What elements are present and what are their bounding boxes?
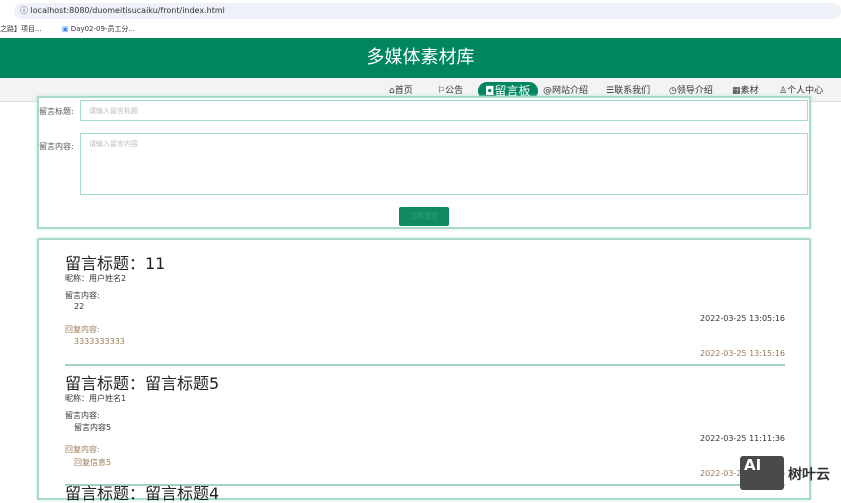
nav-icon: ◷ [669,86,677,96]
watermark-logo: AI [740,456,784,490]
nav-label: 公告 [445,86,464,96]
bookmarks-bar: 之路】项目... ▣ Day02-09-员工分... [0,21,841,38]
url-field[interactable]: ⓘ localhost:8080/duomeitisucaiku/front/i… [14,3,841,19]
url-text: localhost:8080/duomeitisucaiku/front/ind… [30,6,225,15]
watermark-text: 树叶云 [788,467,830,483]
nav-label: 素材 [740,86,759,96]
message-item: 留言标题：11 昵称：用户姓名2 留言内容: 22 2022-03-25 13:… [65,248,785,366]
message-title: 留言标题：11 [65,254,166,273]
message-title: 留言标题：留言标题4 [65,484,220,503]
bookmark-label: Day02-09-员工分... [70,25,136,33]
reply-content: 3333333333 [74,337,125,346]
title-input[interactable]: 请输入留言标题 [80,100,808,121]
message-time: 2022-03-25 13:05:16 [700,314,785,323]
nav-label: 领导介绍 [676,86,713,96]
submit-button[interactable]: 立即提交 [399,207,449,226]
content-label: 留言内容: [65,411,100,420]
content-label: 留言内容: [39,142,74,151]
info-icon: ⓘ [20,6,31,15]
bookmark[interactable]: ▣ Day02-09-员工分... [62,25,135,33]
nav-label: 个人中心 [787,86,824,96]
site-header: 多媒体素材库 [0,38,841,78]
message-time: 2022-03-25 11:11:36 [700,434,785,443]
bookmark[interactable]: 之路】项目... [0,25,42,33]
nav-icon: ♙ [779,86,788,96]
message-title: 留言标题：留言标题5 [65,374,220,393]
browser-address-bar: ⓘ localhost:8080/duomeitisucaiku/front/i… [0,0,841,21]
message-item: 留言标题：留言标题5 昵称：用户姓名1 留言内容: 留言内容5 2022-03-… [65,368,785,486]
nav-label: 网站介绍 [552,86,589,96]
nav-icon: ⚐ [437,86,446,96]
nav-label: 首页 [394,86,413,96]
calendar-icon: ▣ [61,25,71,33]
reply-time: 2022-03-25 13:15:16 [700,349,785,358]
site-title: 多媒体素材库 [366,47,475,68]
reply-label: 回复内容: [65,445,100,454]
nav-icon: ▦ [732,86,741,96]
nickname: 昵称：用户姓名1 [65,394,127,403]
message-list: 留言标题：11 昵称：用户姓名2 留言内容: 22 2022-03-25 13:… [37,238,811,503]
nickname: 昵称：用户姓名2 [65,274,127,283]
nav-icon: ☰ [606,86,615,96]
message-content: 22 [74,302,85,311]
reply-content: 回复信息5 [74,458,112,467]
title-label: 留言标题: [39,107,74,116]
message-item: 留言标题：留言标题4 [65,484,785,503]
content-label: 留言内容: [65,291,100,300]
reply-label: 回复内容: [65,325,100,334]
content-textarea[interactable]: 请输入留言内容 [80,133,808,195]
nav-label: 联系我们 [614,86,651,96]
nav-icon: @ [543,86,552,96]
message-content: 留言内容5 [74,423,112,432]
